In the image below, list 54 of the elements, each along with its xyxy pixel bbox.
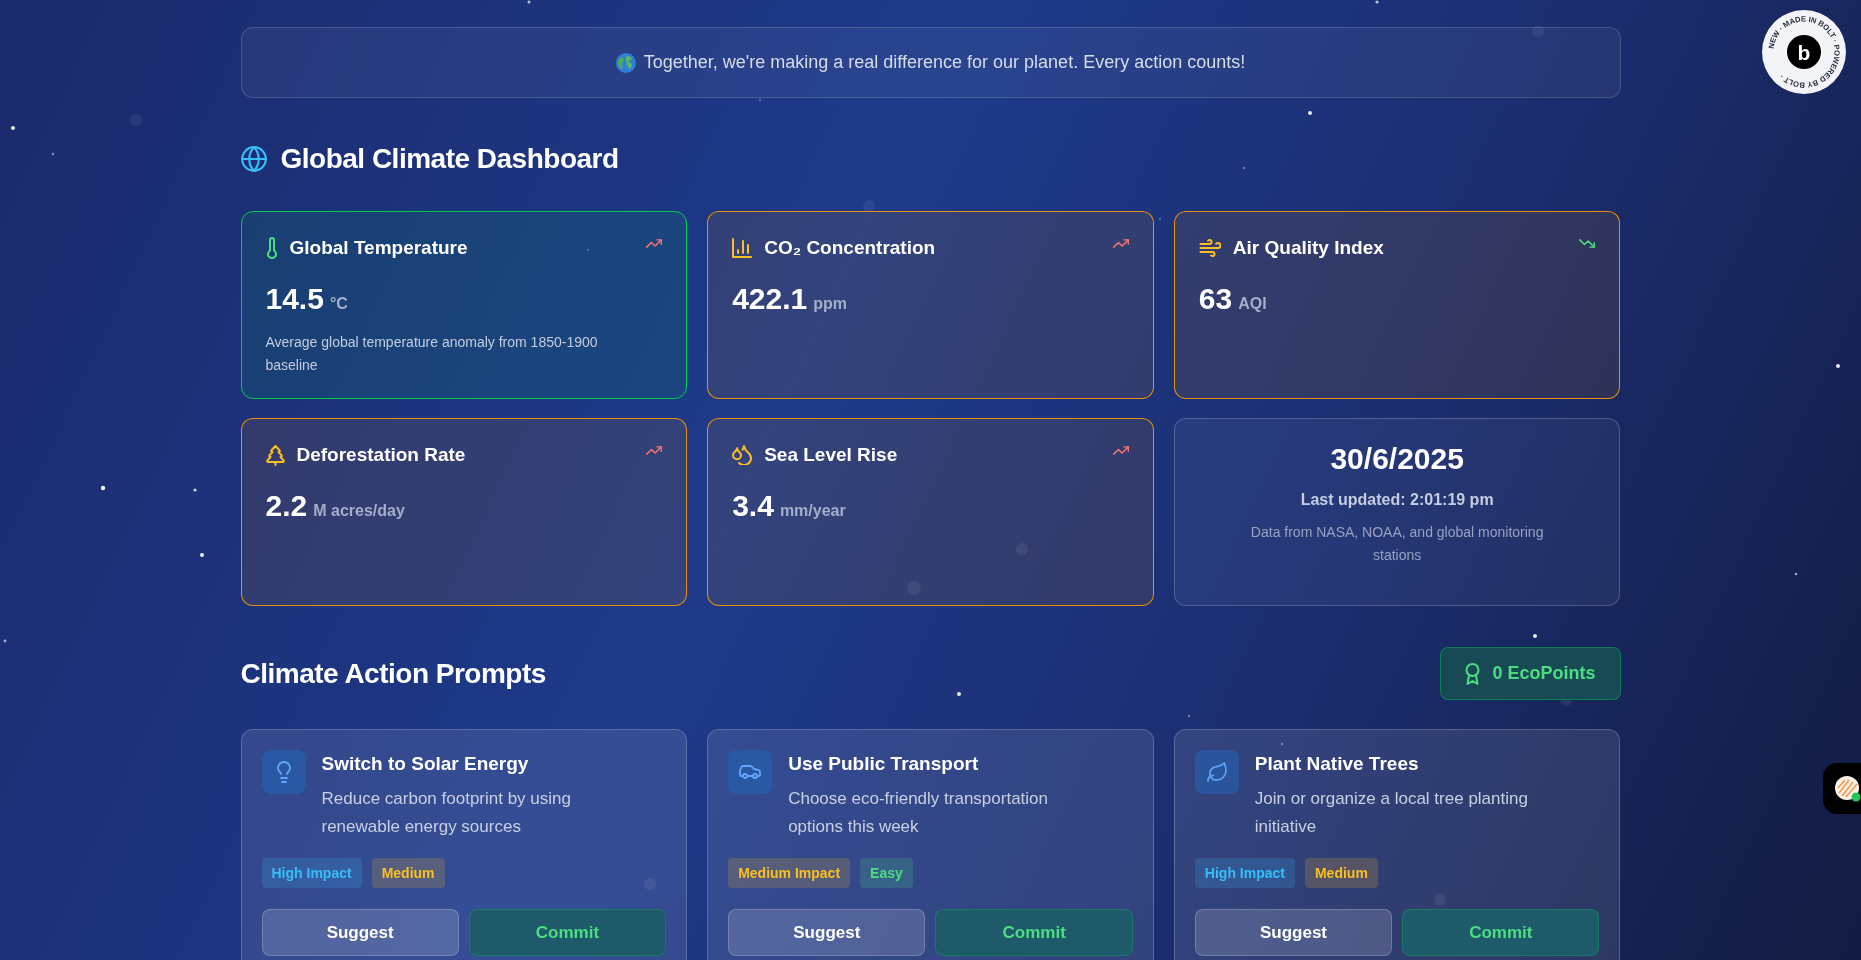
car-icon xyxy=(728,750,773,794)
action-description: Choose eco-friendly transportation options this week xyxy=(788,788,1050,838)
floating-widget-button[interactable] xyxy=(1823,763,1861,814)
tag-label: Medium Impact xyxy=(738,865,841,881)
action-description: Join or organize a local tree planting initiative xyxy=(1254,788,1529,838)
action-description: Reduce carbon footprint by using renewable energy sources xyxy=(321,788,572,838)
striped-disc-icon xyxy=(1833,774,1861,803)
tag-label: High Impact xyxy=(271,865,352,881)
last-updated-time: Last updated: 2:01:19 pm xyxy=(1300,490,1494,510)
data-source-note: Data from NASA, NOAA, and global monitoring stations xyxy=(1249,523,1545,565)
metric-title: Air Quality Index xyxy=(1232,235,1384,260)
metric-unit: ppm xyxy=(813,294,847,314)
metric-value: 2.2 xyxy=(265,488,308,524)
metric-value: 3.4 xyxy=(732,488,774,524)
metric-title: Sea Level Rise xyxy=(764,442,898,467)
wind-icon xyxy=(1198,239,1221,257)
globe-icon xyxy=(240,146,267,172)
bar-chart-icon xyxy=(732,238,753,258)
metric-title: Deforestation Rate xyxy=(296,442,466,467)
section-title: Global Climate Dashboard xyxy=(280,142,619,176)
metric-unit: AQI xyxy=(1238,294,1267,314)
eco-points-button[interactable]: 0 EcoPoints xyxy=(1440,647,1621,700)
banner-message: Together, we're making a real difference for our planet. Every action counts! xyxy=(643,51,1246,74)
suggest-button[interactable]: Suggest xyxy=(261,909,459,956)
update-date: 30/6/2025 xyxy=(1330,441,1464,477)
metric-title: Global Temperature xyxy=(289,235,468,260)
metric-value: 63 xyxy=(1198,281,1233,317)
leaf-icon xyxy=(1194,750,1239,794)
commit-button[interactable]: Commit xyxy=(1402,909,1600,956)
action-title: Plant Native Trees xyxy=(1254,752,1420,776)
metric-value: 14.5 xyxy=(265,281,324,317)
metric-unit: mm/year xyxy=(779,501,846,521)
action-title: Switch to Solar Energy xyxy=(321,752,530,776)
metric-unit: °C xyxy=(329,294,348,314)
pine-tree-icon xyxy=(265,444,285,466)
droplets-icon xyxy=(732,445,753,465)
suggest-button[interactable]: Suggest xyxy=(1194,909,1393,956)
metric-description: Average global temperature anomaly from 1850-1900 baseline xyxy=(265,333,599,375)
section-title: Climate Action Prompts xyxy=(240,656,546,691)
commit-button[interactable]: Commit xyxy=(468,909,667,956)
metric-unit: M acres/day xyxy=(313,501,405,521)
suggest-button[interactable]: Suggest xyxy=(728,909,926,956)
lightbulb-icon xyxy=(261,750,306,794)
thermometer-icon xyxy=(265,237,278,259)
tag-label: Medium xyxy=(381,865,435,881)
earth-icon xyxy=(615,52,636,73)
tag-label: High Impact xyxy=(1204,865,1285,881)
metric-title: CO₂ Concentration xyxy=(764,235,936,260)
award-icon xyxy=(1465,662,1481,685)
tag-label: Easy xyxy=(870,865,903,881)
action-title: Use Public Transport xyxy=(788,752,980,776)
metric-value: 422.1 xyxy=(732,281,808,317)
commit-button[interactable]: Commit xyxy=(935,909,1133,956)
tag-label: Medium xyxy=(1314,865,1368,881)
